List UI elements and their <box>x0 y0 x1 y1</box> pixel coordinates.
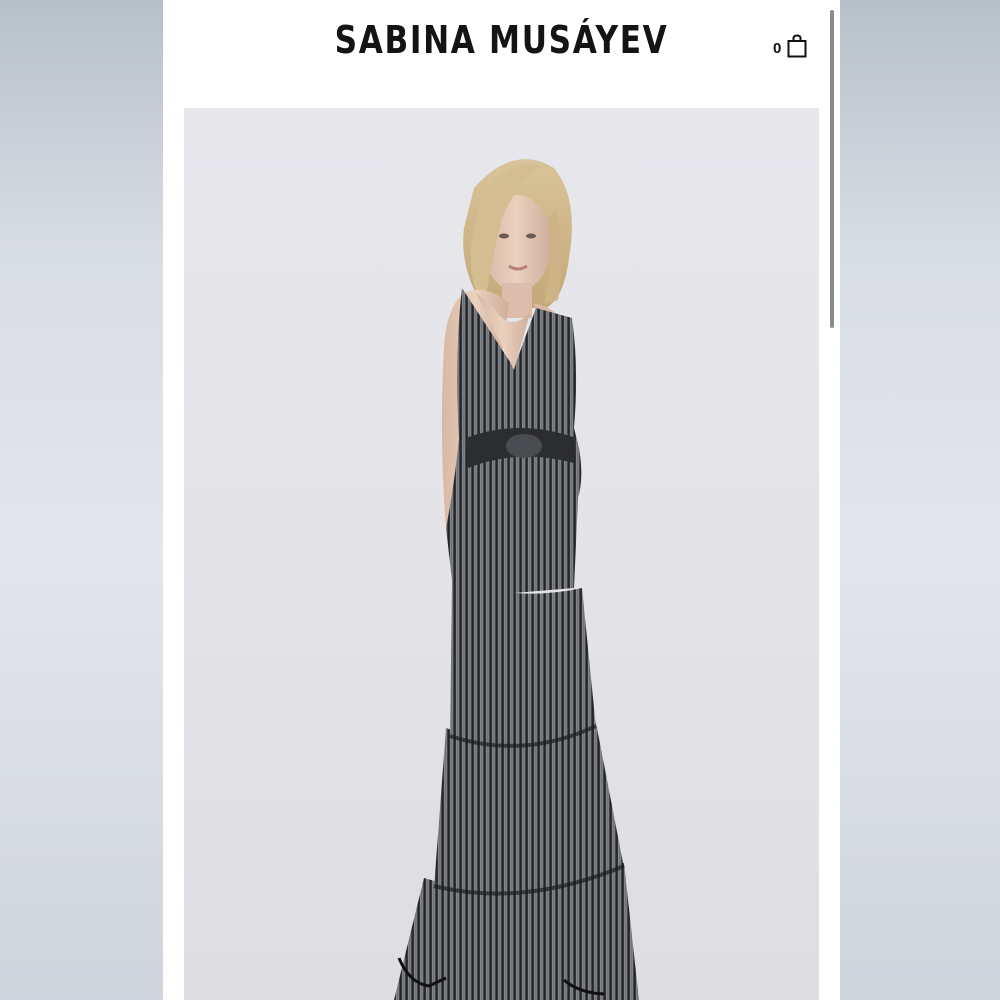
cart-count: 0 <box>773 40 782 57</box>
site-header: SABINA MUSÁYEV 0 <box>163 0 840 106</box>
brand-logo[interactable]: SABINA MUSÁYEV <box>224 18 779 62</box>
mobile-page: SABINA MUSÁYEV 0 <box>163 0 840 1000</box>
product-image[interactable] <box>184 108 819 1000</box>
screenshot-frame: SABINA MUSÁYEV 0 <box>0 0 1000 1000</box>
model-photo-illustration <box>394 159 639 1000</box>
dress-tier-1 <box>450 578 596 746</box>
scrollbar[interactable] <box>830 10 834 328</box>
shopping-bag-icon <box>787 34 807 63</box>
blurred-background-left <box>0 0 163 1000</box>
cart-button[interactable]: 0 <box>773 34 807 63</box>
dress-tier-2 <box>434 723 624 895</box>
blurred-background-right <box>840 0 1000 1000</box>
